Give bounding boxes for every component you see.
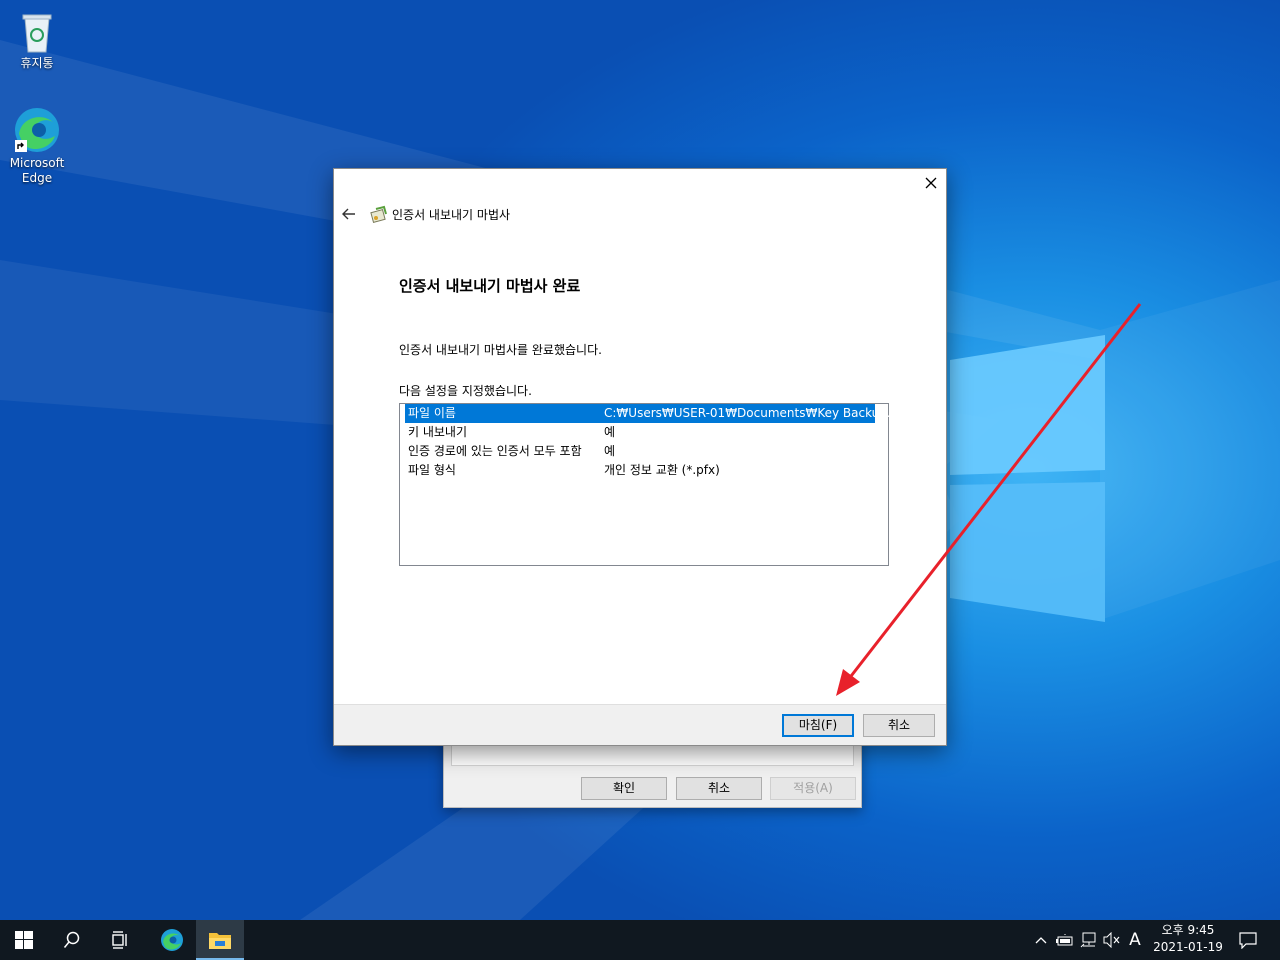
recycle-bin-icon (22, 14, 52, 53)
setting-value: 예 (604, 425, 616, 439)
settings-list[interactable]: 파일 이름 C:₩Users₩USER-01₩Documents₩Key Bac… (399, 403, 910, 566)
ime-indicator[interactable]: A (1125, 930, 1145, 950)
setting-value: 예 (604, 444, 616, 458)
finish-button[interactable]: 마침(F) (782, 714, 854, 737)
edge-label: Microsoft Edge (9, 156, 65, 185)
taskbar-edge[interactable] (148, 920, 196, 960)
recycle-bin-shortcut[interactable]: 휴지통 (2, 10, 72, 71)
taskbar-file-explorer[interactable] (196, 920, 244, 960)
recycle-bin-label: 휴지통 (20, 56, 54, 70)
battery-icon (1056, 934, 1073, 946)
task-view-icon (112, 931, 127, 949)
settings-intro: 다음 설정을 지정했습니다. (399, 384, 532, 398)
notification-icon (1239, 932, 1257, 949)
folder-icon (209, 933, 231, 949)
edge-icon (15, 108, 59, 152)
windows-logo-wallpaper (950, 335, 1105, 622)
show-hidden-icons[interactable] (1031, 930, 1051, 950)
clock-date: 2021-01-19 (1153, 940, 1223, 954)
edge-shortcut[interactable]: Microsoft Edge (2, 106, 72, 186)
chevron-up-icon (1035, 937, 1047, 944)
cancel-button-back[interactable]: 취소 (676, 777, 762, 800)
completed-text: 인증서 내보내기 마법사를 완료했습니다. (399, 343, 602, 357)
apply-button: 적용(A) (770, 777, 856, 800)
setting-key: 인증 경로에 있는 인증서 모두 포함 (408, 444, 582, 458)
list-item[interactable]: 인증 경로에 있는 인증서 모두 포함 예 (405, 442, 875, 461)
list-item[interactable]: 키 내보내기 예 (405, 423, 875, 442)
wizard-heading: 인증서 내보내기 마법사 완료 (399, 277, 581, 295)
edge-icon (161, 929, 183, 951)
volume-muted-icon (1103, 932, 1120, 948)
notification-center[interactable] (1238, 930, 1258, 950)
taskbar: A 오후 9:45 2021-01-19 (0, 920, 1280, 960)
list-item[interactable]: 파일 형식 개인 정보 교환 (*.pfx) (405, 461, 875, 480)
start-button[interactable] (0, 920, 48, 960)
certificate-wizard-icon (370, 205, 387, 223)
close-icon[interactable] (922, 174, 940, 192)
cancel-button[interactable]: 취소 (863, 714, 935, 737)
setting-key: 키 내보내기 (408, 425, 468, 439)
ok-button[interactable]: 확인 (581, 777, 667, 800)
back-arrow-icon[interactable] (341, 206, 357, 222)
windows-start-icon (15, 931, 33, 949)
setting-key: 파일 형식 (408, 463, 456, 477)
clock-time: 오후 9:45 (1161, 923, 1215, 937)
setting-value: 개인 정보 교환 (*.pfx) (604, 463, 720, 477)
network-icon (1080, 932, 1096, 948)
search-button[interactable] (48, 920, 96, 960)
wizard-footer: 마침(F) 취소 (334, 704, 946, 745)
task-view-button[interactable] (96, 920, 144, 960)
volume-tray[interactable] (1102, 930, 1122, 950)
list-item[interactable]: 파일 이름 C:₩Users₩USER-01₩Documents₩Key Bac… (405, 404, 910, 423)
certificate-export-wizard: 인증서 내보내기 마법사 인증서 내보내기 마법사 완료 인증서 내보내기 마법… (333, 168, 947, 746)
search-icon (63, 931, 80, 948)
clock[interactable]: 오후 9:45 2021-01-19 (1148, 922, 1228, 956)
wizard-title: 인증서 내보내기 마법사 (392, 208, 511, 222)
setting-value: C:₩Users₩USER-01₩Documents₩Key Backup.pf… (604, 406, 910, 420)
network-tray[interactable] (1079, 930, 1099, 950)
power-tray[interactable] (1055, 930, 1075, 950)
setting-key: 파일 이름 (408, 406, 456, 420)
